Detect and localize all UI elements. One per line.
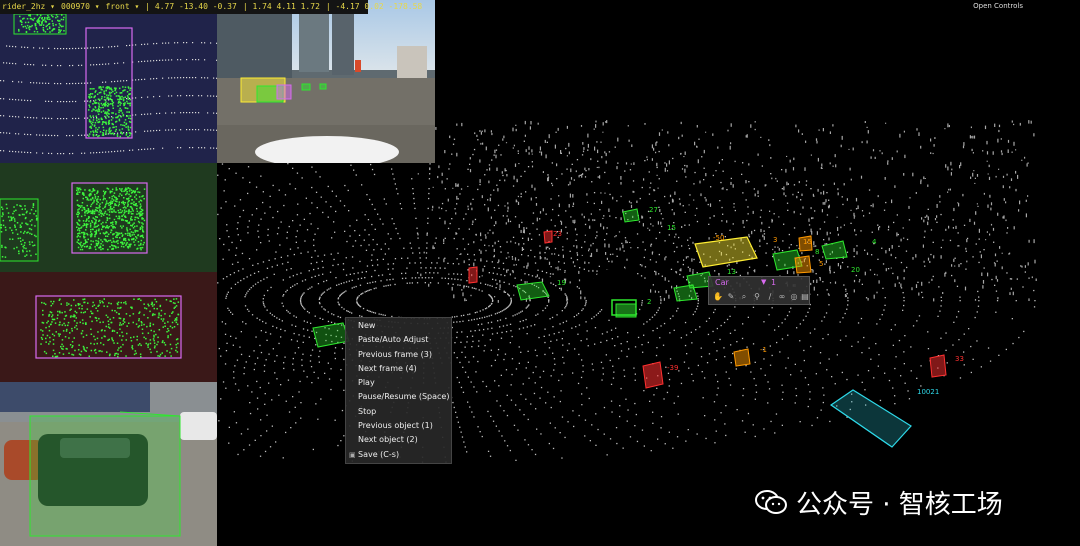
rider-box[interactable] xyxy=(794,255,812,274)
box-label: 2 xyxy=(647,298,651,306)
menu-item-stop[interactable]: Stop xyxy=(346,405,451,419)
box-label: 13 xyxy=(727,268,736,276)
menu-item-pause-resume[interactable]: Pause/Resume (Space) xyxy=(346,390,451,404)
box-label: 10021 xyxy=(917,388,939,396)
box-label: 27 xyxy=(649,206,658,214)
object-toolbar: Car ▼ 1 ✋ ✎ ⌕ ⚲ ∕ ∞ ◎ ▤ xyxy=(708,276,810,305)
annotation-app: 27 15 -50 3 15 8 4 5 20 13 2 19 -1 23 -3… xyxy=(0,0,1080,546)
hand-icon[interactable]: ✋ xyxy=(713,292,723,302)
truck-box[interactable] xyxy=(829,389,912,448)
box-label: 4 xyxy=(872,238,877,246)
save-icon: ▣ xyxy=(349,450,356,459)
side-view-canvas xyxy=(0,182,148,262)
status-header: rider_2hz ▾ 000970 ▾ front ▾ | 4.77 -13.… xyxy=(0,0,422,14)
box-label: -1 xyxy=(760,346,767,354)
trash-icon[interactable]: ▤ xyxy=(800,292,810,302)
box-label: 23 xyxy=(553,230,562,238)
box-scale-readout: | 1.74 4.11 1.72 xyxy=(242,2,320,11)
rear-view-panel[interactable] xyxy=(0,272,217,382)
car-box[interactable] xyxy=(622,208,640,223)
camera-selector[interactable]: front ▾ xyxy=(106,0,140,14)
object-class-selector[interactable]: Car xyxy=(715,278,729,287)
menu-item-new[interactable]: New xyxy=(346,319,451,333)
menu-item-save[interactable]: ▣ Save (C-s) xyxy=(346,448,451,462)
side-view-panel[interactable] xyxy=(0,163,217,272)
box-position-readout: | 4.77 -13.40 -0.37 xyxy=(145,2,237,11)
menu-item-play[interactable]: Play xyxy=(346,376,451,390)
menu-item-next-object[interactable]: Next object (2) xyxy=(346,433,451,447)
box-label: -39 xyxy=(667,364,678,372)
box-label: 3 xyxy=(773,236,777,244)
wechat-logo-icon xyxy=(755,490,787,514)
box-label: 5 xyxy=(819,260,823,268)
box-label: 33 xyxy=(955,355,964,363)
pin-icon[interactable]: ⚲ xyxy=(752,292,762,302)
box-label: -50 xyxy=(713,234,724,242)
pedestrian-box[interactable] xyxy=(543,230,553,244)
target-icon[interactable]: ◎ xyxy=(789,292,799,302)
front-camera-image xyxy=(217,0,435,163)
top-view-panel[interactable] xyxy=(0,0,217,163)
menu-item-previous-frame[interactable]: Previous frame (3) xyxy=(346,348,451,362)
box-label: 8 xyxy=(815,248,819,256)
box-label: 20 xyxy=(851,266,860,274)
menu-item-paste[interactable]: Paste/Auto Adjust xyxy=(346,333,451,347)
wrench-icon[interactable]: ✎ xyxy=(726,292,736,302)
draw-icon[interactable]: ∕ xyxy=(765,292,775,302)
open-controls-button[interactable]: Open Controls xyxy=(973,2,1023,10)
menu-item-next-frame[interactable]: Next frame (4) xyxy=(346,362,451,376)
scene-selector[interactable]: rider_2hz ▾ xyxy=(2,0,55,14)
object-camera-panel[interactable] xyxy=(0,382,217,546)
pedestrian-box[interactable] xyxy=(468,266,478,284)
object-id-field[interactable]: 1 xyxy=(771,278,776,287)
chevron-down-icon[interactable]: ▼ xyxy=(761,278,766,286)
rider-box[interactable] xyxy=(733,348,751,367)
object-camera-image xyxy=(0,382,217,546)
menu-item-previous-object[interactable]: Previous object (1) xyxy=(346,419,451,433)
watermark-text: 公众号 · 智核工场 xyxy=(796,489,1003,520)
box-label: 15 xyxy=(667,224,676,232)
context-menu: New Paste/Auto Adjust Previous frame (3)… xyxy=(345,317,452,464)
box-rotation-readout: | -4.17 0.02 -178.58 xyxy=(325,2,423,11)
zoom-icon[interactable]: ⌕ xyxy=(739,292,749,302)
top-view-canvas xyxy=(0,13,217,155)
car-box[interactable] xyxy=(821,240,848,260)
rear-view-canvas xyxy=(35,295,182,359)
watermark: 公众号 · 智核工场 xyxy=(754,485,1054,520)
box-label: 15 xyxy=(803,238,812,246)
link-icon[interactable]: ∞ xyxy=(777,292,787,302)
box-label: 19 xyxy=(557,279,566,287)
pedestrian-box[interactable] xyxy=(642,361,664,389)
pedestrian-box[interactable] xyxy=(929,354,947,378)
front-camera-view[interactable] xyxy=(217,0,435,163)
frame-selector[interactable]: 000970 ▾ xyxy=(61,0,100,14)
car-box[interactable] xyxy=(516,281,550,301)
pointcloud-points xyxy=(217,120,1037,463)
bus-box[interactable] xyxy=(694,236,758,268)
